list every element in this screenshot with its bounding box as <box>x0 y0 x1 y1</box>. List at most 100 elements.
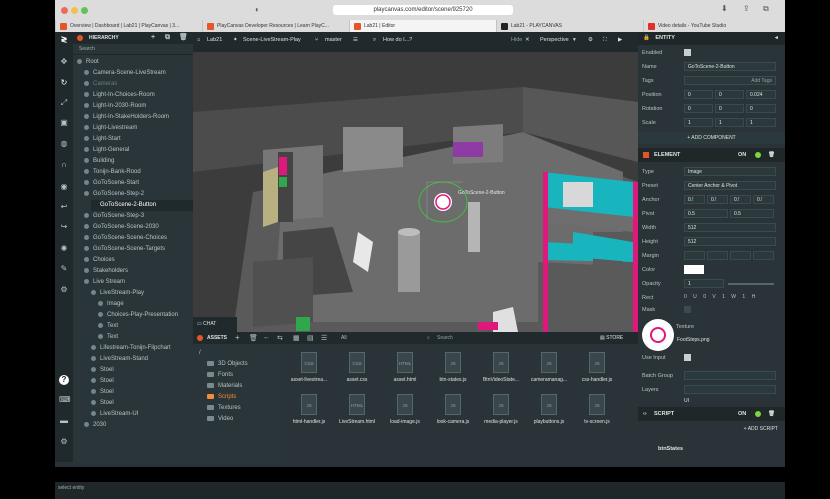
hierarchy-item[interactable]: GoToScene-Scene-2030 <box>84 222 193 233</box>
hierarchy-item[interactable]: GoToScene-Scene-Choices <box>84 233 193 244</box>
minimize-window-button[interactable] <box>71 7 78 14</box>
margin-field[interactable] <box>730 251 751 260</box>
pivot-y-field[interactable]: 0.5 <box>730 209 774 218</box>
close-icon[interactable]: ✕ <box>525 37 530 43</box>
asset-folder[interactable]: 3D Objects <box>207 359 248 370</box>
position-x-field[interactable]: 0 <box>684 90 713 99</box>
batch-group-select[interactable] <box>684 371 776 380</box>
hierarchy-item[interactable]: Stoel <box>91 387 193 398</box>
sidebar-icon[interactable]: ◐ <box>255 5 265 15</box>
rotate-icon[interactable]: ↻ <box>59 78 69 88</box>
redo-icon[interactable]: ↪ <box>59 222 69 232</box>
share-icon[interactable]: ⇪ <box>743 4 750 13</box>
chat-button[interactable]: ▭ CHAT <box>193 317 237 332</box>
collapse-icon[interactable]: ◂ <box>775 32 778 45</box>
color-swatch[interactable] <box>684 265 704 274</box>
scale-y-field[interactable]: 1 <box>715 118 744 127</box>
browser-tab-active[interactable]: Lab21 | Editor <box>349 20 496 32</box>
hierarchy-item[interactable]: Stoel <box>91 376 193 387</box>
hierarchy-item[interactable]: GoToScene-Step-3 <box>84 211 193 222</box>
browser-tab[interactable]: PlayCanvas Developer Resources | Learn P… <box>202 20 349 32</box>
scale-z-field[interactable]: 1 <box>746 118 776 127</box>
rotation-z-field[interactable]: 0 <box>746 104 776 113</box>
asset-file[interactable]: JS cameramanag... <box>525 350 573 390</box>
playcanvas-logo-icon[interactable]: ≷ <box>59 35 69 45</box>
delete-icon[interactable]: 🗑 <box>249 334 258 342</box>
asset-file[interactable]: CSS asset.css <box>333 350 381 390</box>
element-toggle[interactable] <box>755 152 761 158</box>
position-y-field[interactable]: 0 <box>715 90 744 99</box>
asset-file[interactable]: JS css-handler.js <box>573 350 621 390</box>
opacity-slider[interactable] <box>728 283 774 285</box>
name-field[interactable]: GoToScene-2-Button <box>684 62 776 71</box>
add-entity-icon[interactable]: + <box>151 32 155 44</box>
delete-icon[interactable]: 🗑 <box>768 148 775 162</box>
browser-tab[interactable]: Lab21 - PLAYCANVAS <box>496 20 643 32</box>
width-field[interactable]: 512 <box>684 223 776 232</box>
world-icon[interactable]: ◍ <box>59 139 69 149</box>
asset-folder[interactable]: Video <box>207 414 233 425</box>
rect-fields[interactable]: 0 U 0 V 1 W 1 H <box>684 293 776 302</box>
list-view-icon[interactable]: ☰ <box>321 334 327 342</box>
texture-file-name[interactable]: FootSteps.png <box>674 336 776 345</box>
rotation-x-field[interactable]: 0 <box>684 104 713 113</box>
hierarchy-item[interactable]: Text <box>98 321 193 332</box>
how-do-i-search[interactable]: How do I...? <box>383 37 412 43</box>
asset-file[interactable]: JS btn-states.js <box>429 350 477 390</box>
hierarchy-item[interactable]: Building <box>84 156 193 167</box>
script-name[interactable]: btnStates <box>658 446 683 452</box>
asset-file[interactable]: HTML LiveStream.html <box>333 392 381 432</box>
lock-icon[interactable]: 🔒 <box>643 35 650 41</box>
settings-icon[interactable]: ⚙ <box>59 285 69 295</box>
asset-folder[interactable]: Materials <box>207 381 242 392</box>
magnet-icon[interactable]: ∩ <box>59 160 69 170</box>
delete-icon[interactable]: 🗑 <box>768 407 775 421</box>
texture-thumbnail[interactable] <box>642 319 674 351</box>
hierarchy-item[interactable]: Choices <box>84 255 193 266</box>
duplicate-icon[interactable]: ⧉ <box>165 32 170 44</box>
hierarchy-item[interactable]: Light-Livestream <box>84 123 193 134</box>
hierarchy-item[interactable]: GoToScene-Step-2 <box>84 189 193 200</box>
delete-icon[interactable]: 🗑 <box>179 32 188 44</box>
add-asset-icon[interactable]: + <box>235 333 240 342</box>
move-icon[interactable]: ✥ <box>59 57 69 67</box>
hierarchy-item[interactable]: Stakeholders <box>84 266 193 277</box>
hierarchy-item[interactable]: Light-Start <box>84 134 193 145</box>
margin-field[interactable] <box>753 251 774 260</box>
rect-u-value[interactable]: 0 <box>684 294 687 300</box>
hierarchy-item[interactable]: Tonijn-Bank-Rood <box>84 167 193 178</box>
pivot-x-field[interactable]: 0.5 <box>684 209 728 218</box>
grid-view-icon[interactable]: ▦ <box>293 334 300 342</box>
margin-field[interactable] <box>707 251 728 260</box>
asset-file[interactable]: CSS asset-livestrea... <box>285 350 333 390</box>
opacity-field[interactable]: 1 <box>684 279 724 288</box>
chevron-down-icon[interactable]: ▾ <box>573 37 576 43</box>
asset-file[interactable]: JS tv-screen.js <box>573 392 621 432</box>
asset-search-input[interactable]: Search <box>437 335 453 341</box>
hierarchy-item[interactable]: GoToScene-2-Button <box>91 200 193 211</box>
hierarchy-search-input[interactable]: Search <box>73 44 193 55</box>
download-icon[interactable]: ⬇ <box>721 4 728 13</box>
anchor-field[interactable]: 0.! <box>730 195 751 204</box>
margin-field[interactable] <box>684 251 705 260</box>
hierarchy-item[interactable]: Lifestream-Tonijn-Flipchart <box>91 343 193 354</box>
project-name[interactable]: Lab21 <box>207 37 222 43</box>
undo-icon[interactable]: ↩ <box>59 202 69 212</box>
back-icon[interactable]: ← <box>263 334 270 341</box>
hierarchy-item[interactable]: Camera-Scene-LiveStream <box>84 68 193 79</box>
hierarchy-item[interactable]: LiveStream-Play <box>91 288 193 299</box>
type-select[interactable]: Image <box>684 167 776 176</box>
hierarchy-item[interactable]: LiveStream-UI <box>91 409 193 420</box>
help-icon[interactable]: ? <box>59 375 69 385</box>
scale-icon[interactable]: ⤢ <box>59 98 69 108</box>
asset-folder[interactable]: Textures <box>207 403 241 414</box>
asset-folder[interactable]: / <box>199 348 201 359</box>
grid-small-icon[interactable]: ▤ <box>307 334 314 342</box>
hierarchy-item[interactable]: Light-In-Choices-Room <box>84 90 193 101</box>
asset-file[interactable]: JS BtnVideoState... <box>477 350 525 390</box>
asset-file[interactable]: JS look-camera.js <box>429 392 477 432</box>
rotation-y-field[interactable]: 0 <box>715 104 744 113</box>
tags-field[interactable]: Add Tags <box>684 76 776 85</box>
layers-select[interactable] <box>684 385 776 394</box>
home-icon[interactable]: ⌂ <box>197 37 200 43</box>
